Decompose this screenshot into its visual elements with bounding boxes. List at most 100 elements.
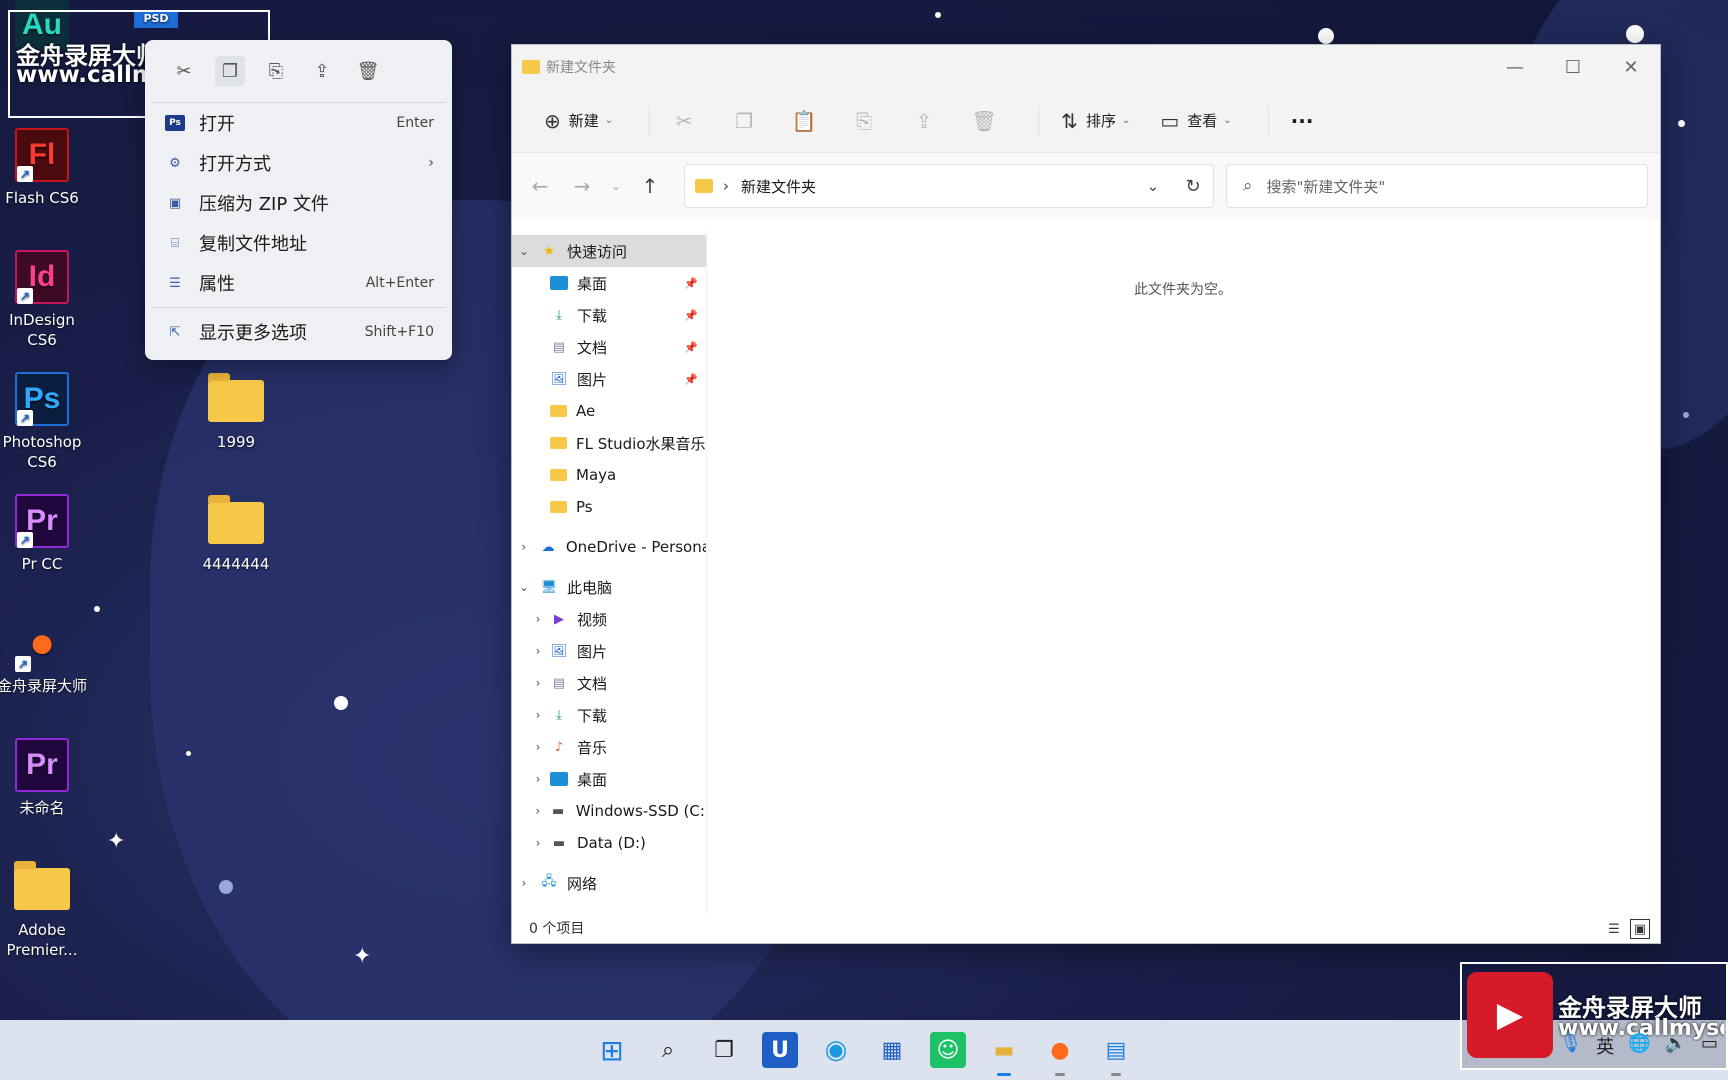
explorer-window: 新建文件夹 — ☐ ✕ ⊕ 新建 ⌄ ✂ ❐ 📋 ⎘ ⇪ 🗑 ⇅ 排序 ⌄ ▭ … xyxy=(511,44,1661,944)
nav-this-pc[interactable]: ⌄ 🖥 此电脑 xyxy=(512,571,706,603)
task-view-icon[interactable]: ❐ xyxy=(706,1032,742,1068)
file-explorer-icon[interactable]: ▬ xyxy=(986,1032,1022,1076)
more-button[interactable]: ··· xyxy=(1283,103,1322,139)
nav-item-documents[interactable]: ▤ 文档 📌 xyxy=(512,331,706,363)
nav-item-maya[interactable]: Maya xyxy=(512,459,706,491)
close-button[interactable]: ✕ xyxy=(1602,45,1660,89)
search-input[interactable]: ⌕ 搜索"新建文件夹" xyxy=(1226,164,1648,208)
view-button[interactable]: ▭ 查看 ⌄ xyxy=(1152,103,1239,139)
more-options-icon: ⇱ xyxy=(169,324,181,340)
empty-folder-message: 此文件夹为空。 xyxy=(1134,282,1232,298)
nav-item-drive-d[interactable]: › ▬ Data (D:) xyxy=(512,827,706,859)
desktop-folder-4444444[interactable]: 4444444 xyxy=(190,494,282,574)
chat-app-icon[interactable]: ☺ xyxy=(930,1032,966,1068)
microphone-icon[interactable]: 🎙 xyxy=(1559,1033,1582,1059)
search-icon[interactable]: ⌕ xyxy=(650,1032,686,1068)
widgets-icon[interactable]: U xyxy=(762,1032,798,1068)
nav-quick-access[interactable]: ⌄ ★ 快速访问 xyxy=(512,235,706,267)
document-icon: ▤ xyxy=(552,675,566,691)
globe-icon[interactable]: 🌐 xyxy=(1628,1033,1650,1059)
edge-browser-icon[interactable]: ◉ xyxy=(818,1032,854,1068)
menu-item-more-options[interactable]: ⇱ 显示更多选项 Shift+F10 xyxy=(145,312,452,352)
navigation-pane: ⌄ ★ 快速访问 桌面 📌 ⤓ 下载 📌 ▤ 文档 📌 🖼 图片 📌 Ae FL… xyxy=(512,229,707,915)
share-icon[interactable]: ⇪ xyxy=(904,103,944,139)
star xyxy=(334,696,348,710)
cut-icon[interactable]: ✂ xyxy=(169,56,199,86)
network-icon: 🖧 xyxy=(541,874,557,889)
delete-icon[interactable]: 🗑 xyxy=(353,56,383,86)
desktop-icon-premiere-cc[interactable]: Pr ↗ Pr CC xyxy=(0,494,88,574)
large-icons-view-icon[interactable]: ▣ xyxy=(1630,919,1650,939)
desktop-icon-premiere-project[interactable]: Pr 未命名 xyxy=(0,738,88,818)
desktop-icon-adobe-premiere-folder[interactable]: Adobe Premier... xyxy=(0,860,88,960)
desktop-icon-indesign[interactable]: Id ↗ InDesign CS6 xyxy=(0,250,88,350)
address-bar[interactable]: › 新建文件夹 ⌄ ↻ xyxy=(684,164,1214,208)
desktop-icon-label: InDesign CS6 xyxy=(9,311,75,349)
battery-icon[interactable]: ▭ xyxy=(1701,1033,1718,1059)
start-button-icon[interactable]: ⊞ xyxy=(594,1032,630,1068)
refresh-icon[interactable]: ↻ xyxy=(1173,176,1213,197)
menu-item-compress-zip[interactable]: ▣ 压缩为 ZIP 文件 xyxy=(145,183,452,223)
sort-button[interactable]: ⇅ 排序 ⌄ xyxy=(1053,103,1138,139)
volume-icon[interactable]: 🔊 xyxy=(1665,1033,1687,1059)
drive-icon: ▬ xyxy=(551,803,565,819)
nav-item-pc-documents[interactable]: › ▤ 文档 xyxy=(512,667,706,699)
copy-icon[interactable]: ❐ xyxy=(215,56,245,86)
menu-item-open[interactable]: Ps 打开 Enter xyxy=(145,103,452,143)
delete-icon[interactable]: 🗑 xyxy=(964,103,1004,139)
nav-item-pc-pictures[interactable]: › 🖼 图片 xyxy=(512,635,706,667)
nav-item-pc-downloads[interactable]: › ⤓ 下载 xyxy=(512,699,706,731)
menu-item-copy-path[interactable]: ⌸ 复制文件地址 xyxy=(145,223,452,263)
new-button[interactable]: ⊕ 新建 ⌄ xyxy=(536,103,621,139)
back-arrow-icon[interactable]: ← xyxy=(522,168,558,204)
store-icon[interactable]: ▦ xyxy=(874,1032,910,1068)
menu-item-properties[interactable]: ☰ 属性 Alt+Enter xyxy=(145,263,452,303)
desktop-icon-screen-recorder[interactable]: ● ↗ 金舟录屏大师 xyxy=(0,616,88,696)
desktop-folder-1999[interactable]: 1999 xyxy=(190,372,282,452)
cut-icon[interactable]: ✂ xyxy=(664,103,704,139)
chevron-right-icon: › xyxy=(535,644,541,658)
paste-icon[interactable]: 📋 xyxy=(784,103,824,139)
folder-icon xyxy=(550,437,567,449)
desktop-icon-flash[interactable]: Fl ↗ Flash CS6 xyxy=(0,128,88,208)
nav-label: 快速访问 xyxy=(567,242,628,261)
sort-label: 排序 xyxy=(1085,112,1116,130)
menu-item-label: 打开 xyxy=(199,114,235,135)
nav-item-pc-desktop[interactable]: › 桌面 xyxy=(512,763,706,795)
nav-item-fl-studio[interactable]: FL Studio水果音乐 xyxy=(512,427,706,459)
rename-icon[interactable]: ⎘ xyxy=(261,56,291,86)
menu-item-open-with[interactable]: ⚙ 打开方式 › xyxy=(145,143,452,183)
up-arrow-icon[interactable]: ↑ xyxy=(632,168,668,204)
document-icon: ▤ xyxy=(552,339,566,355)
star xyxy=(1318,28,1334,44)
chevron-down-icon[interactable]: ⌄ xyxy=(1133,177,1173,195)
folder-icon xyxy=(522,60,540,74)
nav-item-ps[interactable]: Ps xyxy=(512,491,706,523)
nav-item-ae[interactable]: Ae xyxy=(512,395,706,427)
divider xyxy=(649,105,651,136)
screen-recorder-icon[interactable]: ● xyxy=(1042,1032,1078,1076)
nav-item-pictures[interactable]: 🖼 图片 📌 xyxy=(512,363,706,395)
nav-item-desktop[interactable]: 桌面 📌 xyxy=(512,267,706,299)
nav-onedrive[interactable]: › ☁ OneDrive - Persona xyxy=(512,531,706,563)
copy-icon[interactable]: ❐ xyxy=(724,103,764,139)
share-icon[interactable]: ⇪ xyxy=(307,56,337,86)
nav-label: Maya xyxy=(576,466,617,484)
sort-icon: ⇅ xyxy=(1061,108,1078,133)
minimize-button[interactable]: — xyxy=(1486,45,1544,89)
details-view-icon[interactable]: ☰ xyxy=(1604,919,1624,939)
recent-chevron-icon[interactable]: ⌄ xyxy=(606,168,626,204)
rename-icon[interactable]: ⎘ xyxy=(844,103,884,139)
menu-item-shortcut: Alt+Enter xyxy=(365,275,434,291)
desktop-icon-photoshop[interactable]: Ps ↗ Photoshop CS6 xyxy=(0,372,88,472)
nav-item-drive-c[interactable]: › ▬ Windows-SSD (C:) xyxy=(512,795,706,827)
ime-indicator[interactable]: 英 xyxy=(1596,1033,1614,1059)
notepad-icon[interactable]: ▤ xyxy=(1098,1032,1134,1076)
nav-item-music[interactable]: › ♪ 音乐 xyxy=(512,731,706,763)
divider xyxy=(1038,105,1040,136)
forward-arrow-icon[interactable]: → xyxy=(564,168,600,204)
nav-item-downloads[interactable]: ⤓ 下载 📌 xyxy=(512,299,706,331)
nav-network[interactable]: › 🖧 网络 xyxy=(512,867,706,899)
nav-item-videos[interactable]: › ▶ 视频 xyxy=(512,603,706,635)
maximize-button[interactable]: ☐ xyxy=(1544,45,1602,89)
